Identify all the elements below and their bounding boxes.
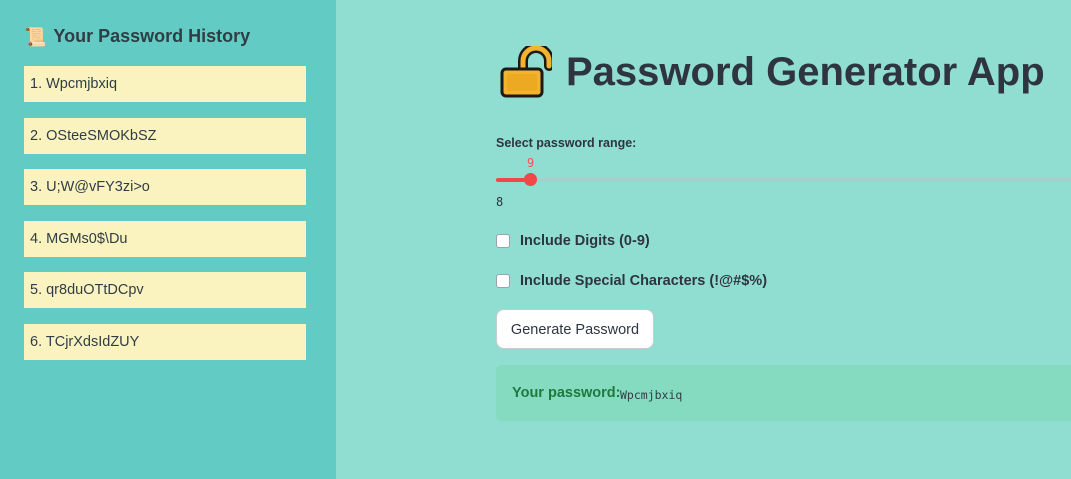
result-label: Your password: [512, 385, 621, 401]
history-item: 4. MGMs0$\Du [24, 221, 306, 257]
include-digits-label: Include Digits (0-9) [520, 233, 650, 249]
password-length-slider[interactable] [496, 178, 1071, 182]
lock-icon [500, 46, 552, 98]
scroll-icon: 📜 [24, 26, 47, 47]
history-item: 5. qr8duOTtDCpv [24, 272, 306, 308]
sidebar-title: 📜 Your Password History [24, 26, 250, 47]
generate-password-button[interactable]: Generate Password [496, 309, 654, 349]
include-digits-checkbox[interactable] [496, 234, 510, 248]
result-password: Wpcmjbxiq [620, 388, 683, 402]
history-item: 3. U;W@vFY3zi>o [24, 169, 306, 205]
app-title-text: Password Generator App [566, 49, 1045, 94]
slider-thumb[interactable] [524, 173, 537, 186]
include-digits-option[interactable]: Include Digits (0-9) [496, 233, 650, 249]
history-item: 2. OSteeSMOKbSZ [24, 118, 306, 154]
sidebar-title-text: Your Password History [53, 26, 251, 46]
history-item: 1. Wpcmjbxiq [24, 66, 306, 102]
include-special-checkbox[interactable] [496, 274, 510, 288]
result-box: Your password: Wpcmjbxiq [496, 365, 1071, 421]
include-special-option[interactable]: Include Special Characters (!@#$%) [496, 273, 767, 289]
slider-min-label: 8 [496, 195, 504, 209]
sidebar: 📜 Your Password History 1. Wpcmjbxiq 2. … [0, 0, 336, 479]
main-content: Password Generator App Select password r… [336, 0, 1071, 479]
slider-value: 9 [527, 156, 535, 170]
history-item: 6. TCjrXdsIdZUY [24, 324, 306, 360]
slider-label: Select password range: [496, 136, 637, 150]
include-special-label: Include Special Characters (!@#$%) [520, 273, 768, 289]
page-title: Password Generator App [498, 46, 1045, 98]
